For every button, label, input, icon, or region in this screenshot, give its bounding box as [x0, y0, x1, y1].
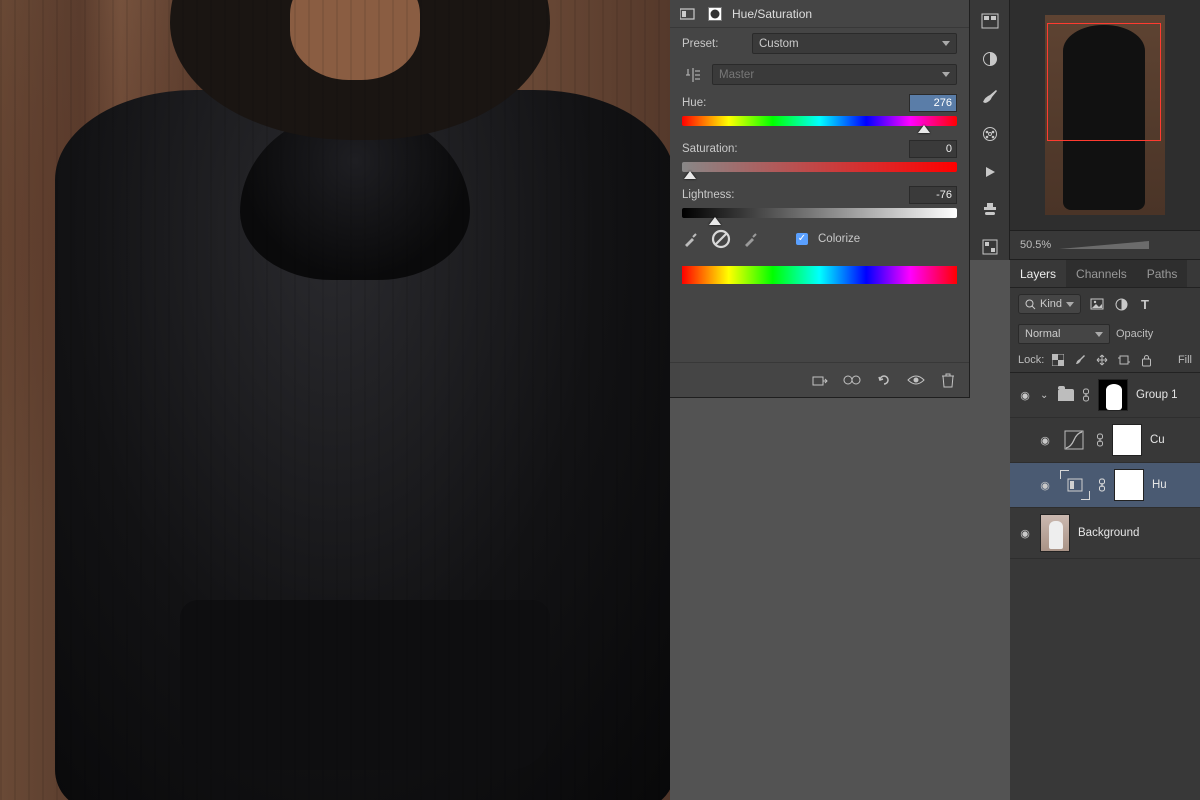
brush-icon[interactable] — [977, 83, 1003, 109]
chevron-down-icon — [1066, 302, 1074, 307]
navigator-preview[interactable] — [1010, 0, 1200, 230]
view-previous-icon[interactable] — [843, 371, 861, 389]
filter-adjust-icon[interactable] — [1113, 296, 1129, 312]
pattern-icon[interactable] — [977, 234, 1003, 260]
lightness-label: Lightness: — [682, 189, 734, 201]
layer-name[interactable]: Group 1 — [1136, 389, 1178, 401]
layer-mask-thumbnail[interactable] — [1114, 469, 1144, 501]
zoom-value[interactable]: 50.5% — [1020, 239, 1051, 251]
layer-mask-thumbnail[interactable] — [1098, 379, 1128, 411]
lock-artboard-icon[interactable] — [1116, 352, 1132, 368]
adjustment-thumbnail-selected[interactable] — [1060, 470, 1090, 500]
opacity-label: Opacity — [1116, 328, 1153, 340]
canvas-background — [0, 0, 670, 800]
adjustments-icon[interactable] — [977, 46, 1003, 72]
colorize-checkbox[interactable]: ✓ — [796, 233, 808, 245]
eyedropper-icon[interactable] — [682, 230, 700, 248]
visibility-toggle[interactable]: ◉ — [1038, 434, 1052, 447]
mask-icon — [706, 7, 724, 21]
link-icon — [1096, 433, 1104, 447]
visibility-toggle[interactable]: ◉ — [1018, 527, 1032, 540]
saturation-slider-row: Saturation: 0 — [670, 136, 969, 174]
lock-label: Lock: — [1018, 354, 1044, 366]
eyedropper-minus-icon[interactable] — [742, 230, 760, 248]
clone-stamp-icon[interactable] — [977, 197, 1003, 223]
tab-paths[interactable]: Paths — [1137, 260, 1188, 287]
layer-mask-thumbnail[interactable] — [1112, 424, 1142, 456]
right-dock-strip — [970, 0, 1010, 260]
layer-name[interactable]: Hu — [1152, 479, 1167, 491]
lightness-slider-thumb[interactable] — [709, 217, 721, 225]
layers-panel: Layers Channels Paths Kind T Normal Opac… — [1010, 260, 1200, 800]
play-icon[interactable] — [977, 159, 1003, 185]
layer-name[interactable]: Cu — [1150, 434, 1165, 446]
layer-thumbnail[interactable] — [1040, 514, 1070, 552]
fill-label: Fill — [1178, 354, 1192, 366]
layer-filter-kind[interactable]: Kind — [1018, 294, 1081, 314]
trash-icon[interactable] — [939, 371, 957, 389]
hue-saturation-panel: Hue/Saturation Preset: Custom Master Hue… — [670, 0, 970, 398]
link-icon — [1098, 478, 1106, 492]
eyedropper-disabled-icon — [710, 228, 732, 250]
clip-to-layer-icon[interactable] — [811, 371, 829, 389]
preset-dropdown[interactable]: Custom — [752, 33, 957, 54]
saturation-slider-thumb[interactable] — [684, 171, 696, 179]
saturation-slider-track[interactable] — [682, 162, 957, 172]
colorize-label: Colorize — [818, 233, 860, 245]
expand-toggle[interactable]: ⌄ — [1040, 390, 1050, 401]
hue-slider-thumb[interactable] — [918, 125, 930, 133]
navigator-zoom-bar: 50.5% — [1010, 230, 1200, 260]
filter-pixel-icon[interactable] — [1089, 296, 1105, 312]
canvas-area[interactable] — [0, 0, 670, 800]
panel-title: Hue/Saturation — [732, 7, 812, 21]
hue-label: Hue: — [682, 97, 706, 109]
lock-transparency-icon[interactable] — [1050, 352, 1066, 368]
hue-slider-track[interactable] — [682, 116, 957, 126]
layer-row-curves[interactable]: ◉ Cu — [1010, 418, 1200, 463]
targeted-adjust-icon[interactable] — [682, 68, 704, 82]
visibility-icon[interactable] — [907, 371, 925, 389]
chevron-down-icon — [1095, 332, 1103, 337]
tab-channels[interactable]: Channels — [1066, 260, 1137, 287]
lightness-value-field[interactable]: -76 — [909, 186, 957, 204]
lock-move-icon[interactable] — [1094, 352, 1110, 368]
layer-row-background[interactable]: ◉ Background — [1010, 508, 1200, 559]
chevron-down-icon — [942, 72, 950, 77]
channel-dropdown[interactable]: Master — [712, 64, 957, 85]
hue-slider-row: Hue: 276 — [670, 90, 969, 128]
hue-value-field[interactable]: 276 — [909, 94, 957, 112]
navigator-thumbnail — [1045, 15, 1165, 215]
layer-row-huesat[interactable]: ◉ Hu — [1010, 463, 1200, 508]
zoom-slider-icon[interactable] — [1059, 239, 1149, 251]
link-icon — [1082, 388, 1090, 402]
lock-all-icon[interactable] — [1138, 352, 1154, 368]
canvas-figure — [30, 0, 670, 800]
curves-icon — [1060, 426, 1088, 454]
reset-icon[interactable] — [875, 371, 893, 389]
saturation-label: Saturation: — [682, 143, 738, 155]
saturation-value-field[interactable]: 0 — [909, 140, 957, 158]
visibility-toggle[interactable]: ◉ — [1018, 389, 1032, 402]
lock-paint-icon[interactable] — [1072, 352, 1088, 368]
preset-label: Preset: — [682, 38, 744, 50]
chevron-down-icon — [942, 41, 950, 46]
layer-name[interactable]: Background — [1078, 527, 1139, 539]
lightness-slider-row: Lightness: -76 — [670, 182, 969, 220]
panel-tabs: Layers Channels Paths — [1010, 260, 1200, 288]
libraries-icon[interactable] — [977, 8, 1003, 34]
layer-list: ◉ ⌄ Group 1 ◉ Cu ◉ Hu ◉ — [1010, 372, 1200, 559]
swatches-icon[interactable] — [977, 121, 1003, 147]
navigator-view-box[interactable] — [1047, 23, 1161, 141]
filter-type-icon[interactable]: T — [1137, 296, 1153, 312]
folder-icon — [1058, 389, 1074, 401]
adjustment-layer-icon — [680, 7, 698, 21]
lightness-slider-track[interactable] — [682, 208, 957, 218]
tab-layers[interactable]: Layers — [1010, 260, 1066, 287]
blend-mode-dropdown[interactable]: Normal — [1018, 324, 1110, 344]
visibility-toggle[interactable]: ◉ — [1038, 479, 1052, 492]
layer-row-group[interactable]: ◉ ⌄ Group 1 — [1010, 373, 1200, 418]
spectrum-bar — [682, 266, 957, 284]
